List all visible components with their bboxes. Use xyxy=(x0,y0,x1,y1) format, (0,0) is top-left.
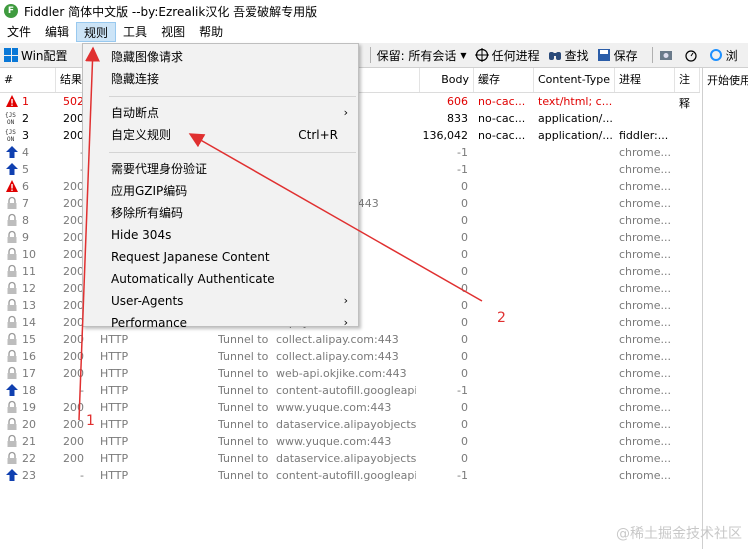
watermark: @稀土掘金技术社区 xyxy=(616,526,742,542)
annotation-arrow-1 xyxy=(78,46,100,421)
annotation-label-1: 1 xyxy=(86,413,95,429)
annotation-arrow-2 xyxy=(188,133,483,302)
annotation-arrows xyxy=(78,46,483,421)
annotation-label-2: 2 xyxy=(497,310,506,326)
